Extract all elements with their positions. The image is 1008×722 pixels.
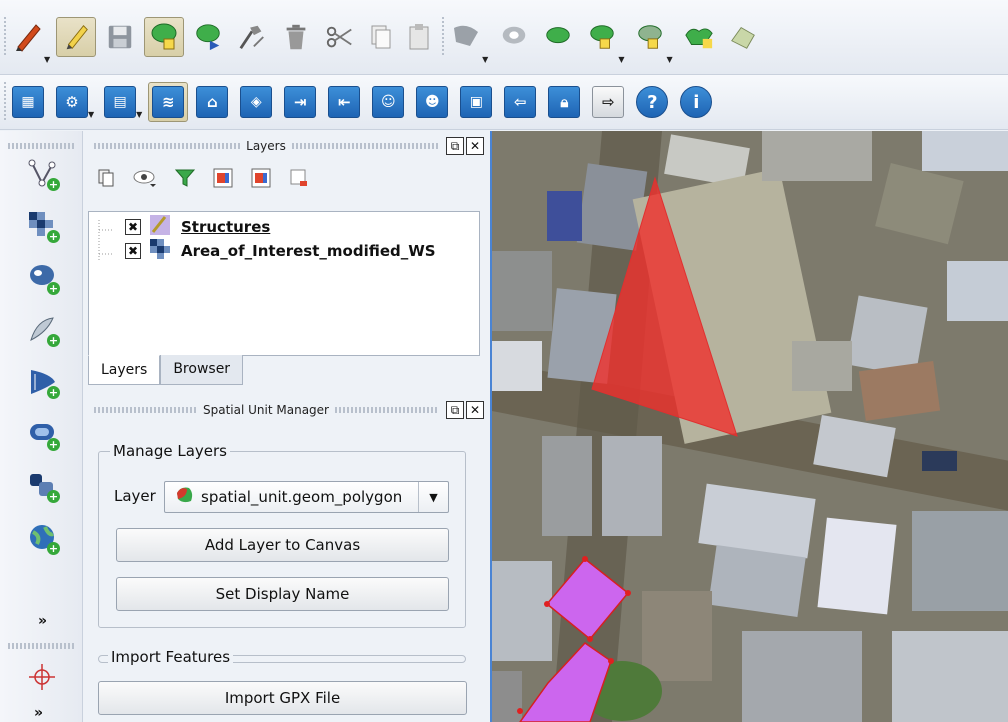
close-dock-icon[interactable]: ✕: [466, 137, 484, 155]
more-tools-chevron-icon[interactable]: »: [34, 705, 43, 721]
logout-icon[interactable]: ⇦: [500, 82, 540, 122]
copy-icon[interactable]: [364, 20, 398, 54]
aerial-imagery: [492, 131, 1008, 722]
user-edit-icon[interactable]: ☺: [368, 82, 408, 122]
simplify-icon[interactable]: [446, 17, 486, 57]
crosshair-icon[interactable]: [22, 657, 62, 697]
plugin-toolbar: ▦ ⚙ ▼ ▤ ▼ ≋ ⌂ ◈ ⇥ ⇤ ☺ ☻ ▣ ⇦ 🔒︎ ⇨ ? i: [0, 75, 1008, 130]
paste-icon[interactable]: [402, 20, 436, 54]
close-dock-icon[interactable]: ✕: [466, 401, 485, 419]
float-dock-icon[interactable]: ⧉: [446, 137, 464, 155]
add-wcs-layer-icon[interactable]: +: [22, 517, 62, 557]
add-wms-layer-icon[interactable]: +: [22, 361, 62, 401]
tab-browser[interactable]: Browser: [160, 355, 244, 385]
add-mssql-layer-icon[interactable]: +: [22, 465, 62, 505]
line-layer-icon: [149, 214, 171, 240]
chevron-down-icon[interactable]: ▼: [418, 482, 448, 512]
add-part-icon[interactable]: [538, 17, 578, 57]
node-tool-icon[interactable]: [232, 17, 272, 57]
expand-all-icon[interactable]: [96, 168, 116, 192]
digitizing-toolbar: ▼ ▼ ▼ ▼: [0, 0, 1008, 75]
offset-icon[interactable]: [723, 17, 763, 57]
import-icon[interactable]: ⇥: [280, 82, 320, 122]
manage-layers-group-title: Manage Layers: [110, 442, 230, 460]
add-feature-icon[interactable]: [144, 17, 185, 57]
layer-select[interactable]: spatial_unit.geom_polygon ▼: [164, 481, 449, 513]
window-icon[interactable]: ▤: [100, 82, 140, 122]
user-add-icon[interactable]: ☻: [412, 82, 452, 122]
layer-tree[interactable]: ✖ Structures ✖ Area_of_Interest_modified…: [88, 211, 480, 356]
layers-dock-title: Layers: [246, 139, 286, 153]
dock-tabs: Layers Browser: [88, 355, 244, 385]
tab-layers[interactable]: Layers: [88, 355, 161, 385]
dropdown-arrow[interactable]: ▼: [136, 110, 142, 119]
add-layer-to-canvas-button[interactable]: Add Layer to Canvas: [116, 528, 449, 562]
delete-icon[interactable]: [276, 17, 316, 57]
map-icon[interactable]: ◈: [236, 82, 276, 122]
toolbar-separator: [442, 17, 445, 57]
toolbar-grip[interactable]: [8, 143, 74, 149]
dropdown-arrow[interactable]: ▼: [88, 110, 94, 119]
layers-dock-header[interactable]: Layers ⧉ ✕: [88, 135, 484, 157]
add-group-icon[interactable]: [212, 167, 234, 193]
add-raster-layer-icon[interactable]: +: [22, 205, 62, 245]
dropdown-arrow[interactable]: ▼: [482, 55, 488, 64]
layer-select-value: spatial_unit.geom_polygon: [201, 488, 403, 506]
layer-name: Area_of_Interest_modified_WS: [181, 242, 436, 260]
layers-icon[interactable]: ≋: [148, 82, 189, 122]
layers-toolbar: [96, 167, 310, 193]
delete-ring-icon[interactable]: [582, 17, 622, 57]
import-features-group-title: Import Features: [108, 648, 234, 666]
qgis-window: ▼ ▼ ▼ ▼ ▦ ⚙ ▼ ▤ ▼ ≋ ⌂ ◈ ⇥ ⇤ ☺ ☻ ▣ ⇦ 🔒︎ ⇨…: [0, 0, 1008, 722]
layer-visibility-checkbox[interactable]: ✖: [125, 219, 141, 235]
pencil-red-icon[interactable]: [8, 17, 48, 57]
map-canvas[interactable]: [490, 131, 1008, 722]
filter-icon[interactable]: [174, 167, 196, 193]
house-icon[interactable]: ⌂: [192, 82, 232, 122]
layer-name: Structures: [181, 218, 271, 236]
visibility-icon[interactable]: [132, 168, 158, 192]
add-spatialite-layer-icon[interactable]: +: [22, 309, 62, 349]
toggle-editing-icon[interactable]: [56, 17, 97, 57]
layer-row[interactable]: ✖ Area_of_Interest_modified_WS: [103, 238, 436, 264]
toolbar-grip[interactable]: [4, 17, 6, 57]
spatial-unit-manager-title: Spatial Unit Manager: [203, 403, 329, 417]
table-icon[interactable]: ▦: [8, 82, 48, 122]
remove-layer-icon[interactable]: [250, 167, 272, 193]
reshape-icon[interactable]: [679, 17, 719, 57]
save-edits-icon[interactable]: [100, 17, 140, 57]
exit-icon[interactable]: ⇨: [588, 82, 628, 122]
layer-label: Layer: [114, 487, 156, 505]
add-ring-icon[interactable]: [494, 17, 534, 57]
set-display-name-button[interactable]: Set Display Name: [116, 577, 449, 611]
manage-layers-toolbar: + + + + + + + + » »: [0, 131, 83, 722]
help-icon[interactable]: ?: [632, 82, 672, 122]
polygon-layer-icon: [175, 485, 195, 509]
settings-icon[interactable]: ⚙: [52, 82, 92, 122]
dock-panels: Layers ⧉ ✕ ✖ Structures ✖ Area_of_Intere: [84, 131, 489, 722]
empty-layer-icon[interactable]: [288, 167, 310, 193]
import-gpx-file-button[interactable]: Import GPX File: [98, 681, 467, 715]
float-dock-icon[interactable]: ⧉: [446, 401, 465, 419]
info-icon[interactable]: i: [676, 82, 716, 122]
dropdown-arrow[interactable]: ▼: [44, 55, 50, 64]
toolbar-grip[interactable]: [8, 643, 75, 649]
layer-row[interactable]: ✖ Structures: [103, 214, 271, 240]
add-vector-layer-icon[interactable]: +: [22, 153, 62, 193]
calculator-icon[interactable]: ▣: [456, 82, 496, 122]
move-feature-icon[interactable]: [188, 17, 228, 57]
delete-part-icon[interactable]: [630, 17, 670, 57]
cut-icon[interactable]: [320, 17, 360, 57]
raster-layer-icon: [149, 238, 171, 264]
layer-visibility-checkbox[interactable]: ✖: [125, 243, 141, 259]
dropdown-arrow[interactable]: ▼: [666, 55, 672, 64]
export-icon[interactable]: ⇤: [324, 82, 364, 122]
spatial-unit-manager-header[interactable]: Spatial Unit Manager ⧉ ✕: [88, 399, 485, 421]
add-oracle-layer-icon[interactable]: +: [22, 413, 62, 453]
more-tools-chevron-icon[interactable]: »: [38, 613, 47, 629]
lock-icon[interactable]: 🔒︎: [544, 82, 584, 122]
toolbar-grip[interactable]: [4, 82, 6, 122]
add-postgis-layer-icon[interactable]: +: [22, 257, 62, 297]
dropdown-arrow[interactable]: ▼: [618, 55, 624, 64]
